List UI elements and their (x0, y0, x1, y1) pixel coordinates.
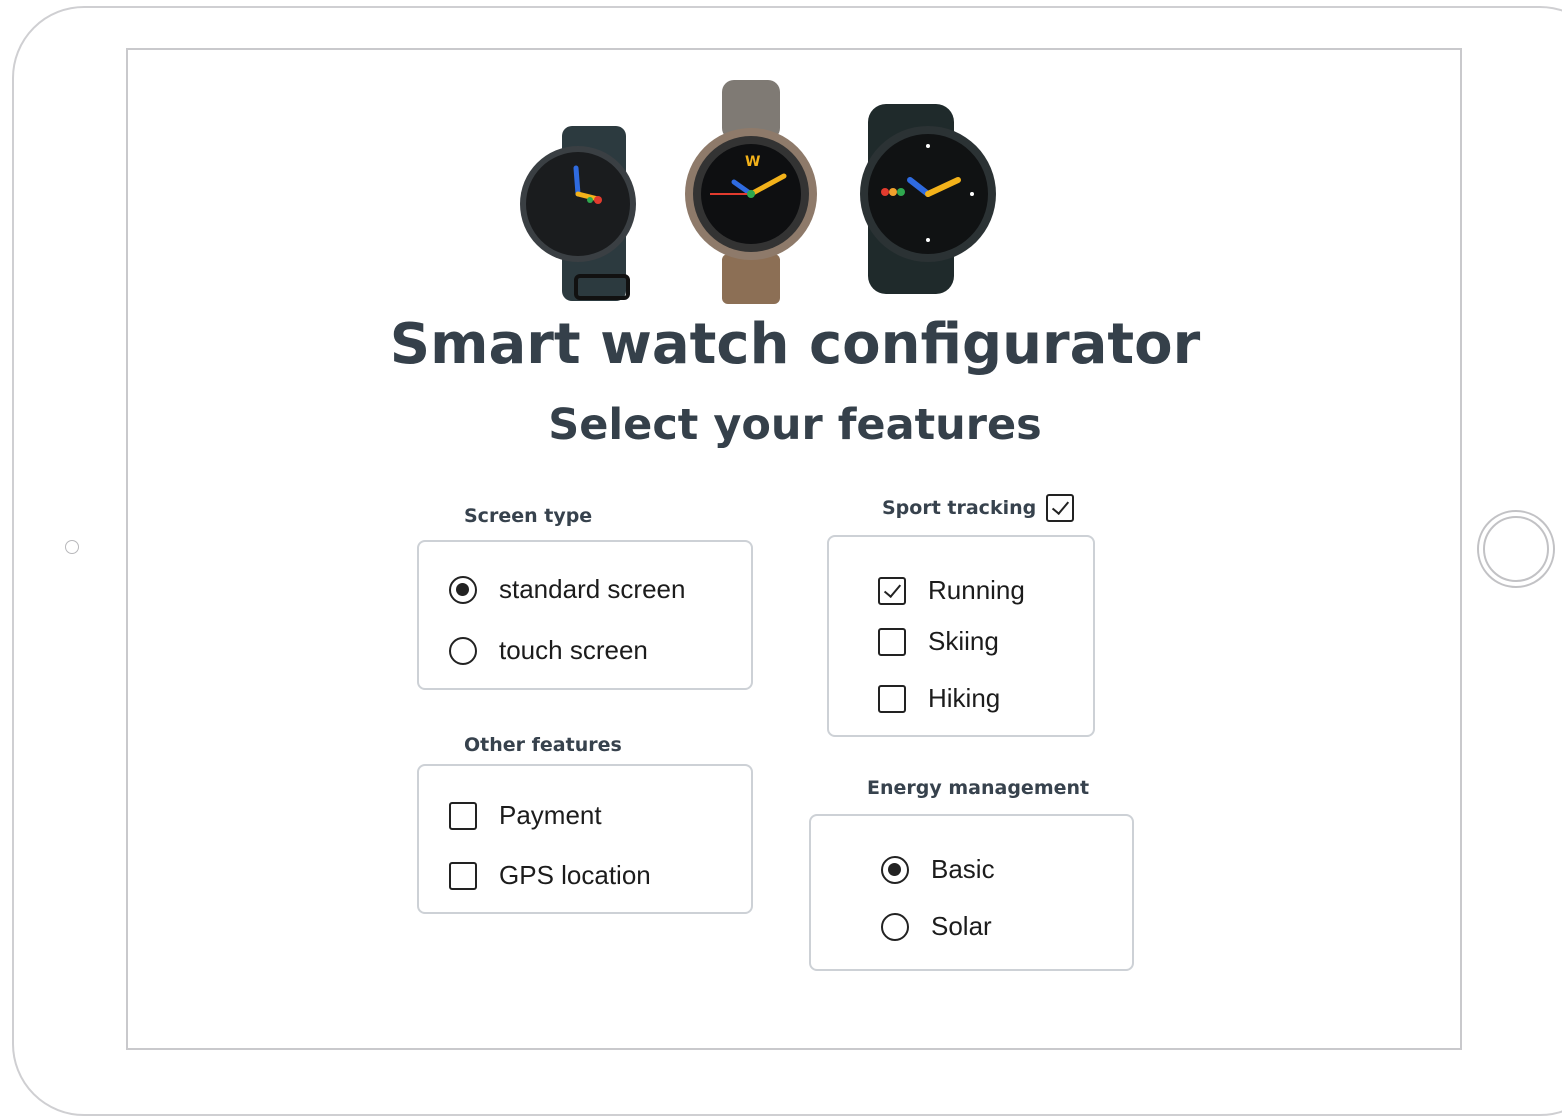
home-button[interactable] (1477, 510, 1555, 588)
watch-image-2: W (685, 80, 817, 304)
energy-management-group: Basic Solar (809, 814, 1134, 971)
hiking-checkbox[interactable] (878, 684, 906, 713)
basic-radio[interactable] (881, 855, 909, 884)
sport-tracking-label: Sport tracking (882, 497, 1037, 519)
hiking-option[interactable]: Hiking (878, 683, 1000, 714)
smartwatch-product-images: W (520, 80, 996, 304)
running-checkbox[interactable] (878, 576, 906, 605)
running-option[interactable]: Running (878, 575, 1025, 606)
skiing-label: Skiing (928, 626, 999, 656)
hiking-label: Hiking (928, 683, 1001, 713)
payment-label: Payment (499, 800, 602, 830)
solar-option[interactable]: Solar (881, 911, 992, 942)
gps-location-checkbox[interactable] (449, 861, 477, 890)
payment-option[interactable]: Payment (449, 800, 602, 831)
sport-tracking-header: Sport tracking (882, 494, 1075, 522)
basic-option[interactable]: Basic (881, 854, 995, 885)
screen-type-group: standard screen touch screen (417, 540, 753, 690)
solar-radio[interactable] (881, 912, 909, 941)
solar-label: Solar (931, 911, 992, 941)
standard-screen-label: standard screen (499, 574, 686, 604)
page-title: Smart watch configurator (389, 312, 1201, 377)
touch-screen-radio[interactable] (449, 636, 477, 665)
touch-screen-option[interactable]: touch screen (449, 635, 648, 666)
watch-image-1 (520, 126, 636, 301)
svg-text:W: W (745, 154, 760, 170)
running-label: Running (928, 575, 1025, 605)
skiing-option[interactable]: Skiing (878, 626, 999, 657)
other-features-group: Payment GPS location (417, 764, 753, 914)
standard-screen-option[interactable]: standard screen (449, 574, 685, 605)
gps-location-option[interactable]: GPS location (449, 860, 651, 891)
other-features-label: Other features (464, 734, 622, 756)
skiing-checkbox[interactable] (878, 627, 906, 656)
camera-icon (65, 540, 79, 554)
sport-tracking-group: Running Skiing Hiking (827, 535, 1095, 737)
payment-checkbox[interactable] (449, 801, 477, 830)
watch-image-3 (860, 104, 996, 294)
sport-tracking-checkbox[interactable] (1046, 494, 1075, 522)
page-subtitle: Select your features (548, 400, 1042, 450)
gps-location-label: GPS location (499, 860, 651, 890)
basic-label: Basic (931, 854, 995, 884)
screen-type-label: Screen type (464, 505, 593, 527)
touch-screen-label: touch screen (499, 635, 648, 665)
energy-management-label: Energy management (867, 777, 1090, 799)
standard-screen-radio[interactable] (449, 575, 477, 604)
